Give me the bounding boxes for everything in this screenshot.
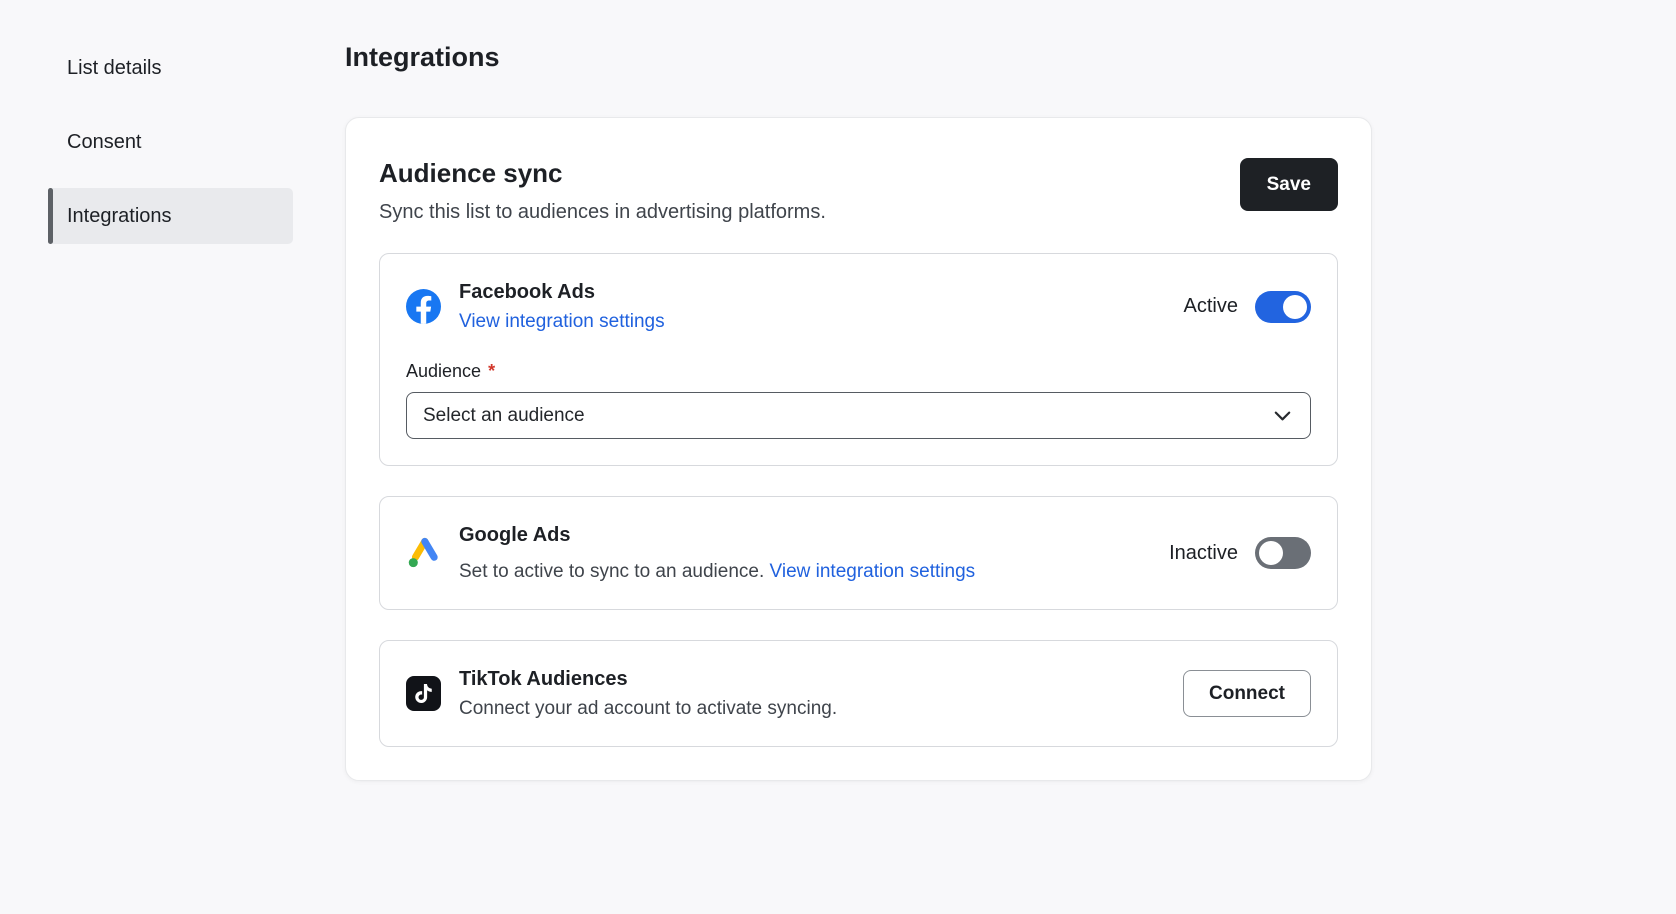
facebook-view-settings-link[interactable]: View integration settings [459, 311, 665, 333]
tiktok-integration-card: TikTok Audiences Connect your ad account… [379, 640, 1338, 747]
toggle-knob [1283, 295, 1307, 319]
google-integration-name: Google Ads [459, 523, 975, 547]
tiktok-description: Connect your ad account to activate sync… [459, 698, 837, 720]
facebook-integration-card: Facebook Ads View integration settings A… [379, 253, 1338, 466]
toggle-knob [1259, 541, 1283, 565]
sidebar-item-consent[interactable]: Consent [48, 114, 293, 170]
facebook-active-toggle[interactable] [1255, 291, 1311, 323]
card-header-text: Audience sync Sync this list to audience… [379, 158, 826, 224]
google-active-toggle[interactable] [1255, 537, 1311, 569]
audience-sync-card: Audience sync Sync this list to audience… [345, 117, 1372, 781]
google-ads-icon [406, 536, 441, 571]
facebook-icon [406, 289, 441, 324]
google-integration-card: Google Ads Set to active to sync to an a… [379, 496, 1338, 610]
sidebar-item-integrations[interactable]: Integrations [48, 188, 293, 244]
audience-field: Audience * Select an audience [406, 361, 1311, 439]
facebook-text-block: Facebook Ads View integration settings [459, 280, 665, 333]
tiktok-integration-name: TikTok Audiences [459, 667, 837, 691]
tiktok-connect-button[interactable]: Connect [1183, 670, 1311, 717]
google-view-settings-link[interactable]: View integration settings [770, 561, 976, 583]
facebook-status-label: Active [1184, 295, 1238, 318]
facebook-integration-name: Facebook Ads [459, 280, 665, 304]
card-title: Audience sync [379, 158, 826, 188]
audience-label-text: Audience [406, 361, 481, 382]
required-asterisk: * [488, 361, 495, 382]
audience-field-label: Audience * [406, 361, 1311, 382]
main-content: Integrations Audience sync Sync this lis… [345, 40, 1372, 781]
card-subtitle: Sync this list to audiences in advertisi… [379, 201, 826, 224]
sidebar-item-list-details[interactable]: List details [48, 40, 293, 96]
save-button[interactable]: Save [1240, 158, 1338, 211]
card-header: Audience sync Sync this list to audience… [379, 158, 1338, 224]
audience-select[interactable]: Select an audience [406, 392, 1311, 439]
chevron-down-icon [1271, 404, 1294, 427]
google-text-block: Google Ads Set to active to sync to an a… [459, 523, 975, 583]
tiktok-icon [406, 676, 441, 711]
google-description-text: Set to active to sync to an audience. [459, 561, 764, 582]
page-title: Integrations [345, 40, 1372, 74]
sidebar: List details Consent Integrations [48, 40, 293, 262]
audience-select-value: Select an audience [423, 405, 585, 427]
google-status-label: Inactive [1169, 542, 1238, 565]
tiktok-text-block: TikTok Audiences Connect your ad account… [459, 667, 837, 720]
google-description: Set to active to sync to an audience. Vi… [459, 554, 975, 583]
